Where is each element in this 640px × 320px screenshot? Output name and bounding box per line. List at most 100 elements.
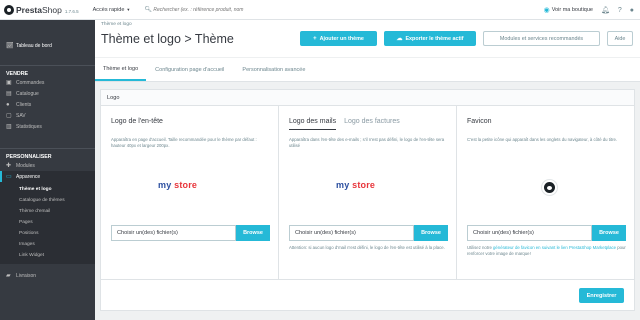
eye-icon: ◉ <box>543 7 550 14</box>
sidebar-item-label: Clients <box>16 101 32 108</box>
header-logo-file-input: Choisir un(des) fichier(s) Browse <box>111 225 270 241</box>
tab-mail-logo[interactable]: Logo des mails <box>289 118 337 130</box>
puffin-favicon-icon <box>544 182 555 193</box>
submenu-item-positions[interactable]: Positions <box>0 228 95 239</box>
appearance-submenu: Thème et logo Catalogue de thèmes Thème … <box>0 182 95 264</box>
caret-down-icon: ▼ <box>126 7 131 12</box>
page-tabs: Thème et logo Configuration page d'accue… <box>95 57 640 82</box>
submenu-item-pages[interactable]: Pages <box>0 217 95 228</box>
sidebar-item-label: Livraison <box>16 272 37 279</box>
shopping-basket-icon: ▣ <box>6 80 12 86</box>
sidebar-item-catalog[interactable]: ▤ Catalogue <box>0 88 95 99</box>
sidebar: 📈︎ Tableau de bord VENDRE ▣ Commandes ▤ … <box>0 20 95 320</box>
browse-button[interactable]: Browse <box>236 225 270 241</box>
export-theme-button[interactable]: ☁ Exporter le thème actif <box>384 31 476 46</box>
mail-logo-file-input: Choisir un(des) fichier(s) Browse <box>289 225 448 241</box>
add-theme-button[interactable]: + Ajouter un thème <box>300 31 377 46</box>
mail-logo-preview: my store <box>336 180 376 190</box>
sidebar-item-label: Tableau de bord <box>16 42 52 49</box>
cloud-upload-icon: ☁ <box>396 36 403 42</box>
chat-icon: ▢ <box>6 113 12 119</box>
sidebar-item-customers[interactable]: ● Clients <box>0 99 95 110</box>
quick-access-label: Accès rapide <box>92 6 125 13</box>
quick-access-dropdown[interactable]: Accès rapide ▼ <box>93 7 131 13</box>
sidebar-item-label: SAV <box>16 112 26 119</box>
sidebar-item-orders[interactable]: ▣ Commandes <box>0 77 95 88</box>
tab-invoice-logo[interactable]: Logo des factures <box>344 118 400 130</box>
logo-text: PrestaShop <box>16 4 62 15</box>
version-number: 1.7.6.5 <box>64 8 79 14</box>
account-icon: ● <box>6 101 10 108</box>
sidebar-item-stats[interactable]: ▥ Statistiques <box>0 121 95 132</box>
sidebar-item-label: Commandes <box>16 79 45 86</box>
browse-button[interactable]: Browse <box>592 225 626 241</box>
top-right-actions: ◉ Voir ma boutique 🔔︎ ? ● <box>544 0 634 20</box>
favicon-title: Favicon <box>467 118 492 125</box>
sidebar-section-sell: VENDRE <box>0 65 95 77</box>
chart-line-icon: 📈︎ <box>6 43 14 49</box>
submenu-item-theme-catalog[interactable]: Catalogue de thèmes <box>0 195 95 206</box>
add-theme-label: Ajouter un thème <box>319 35 364 42</box>
sidebar-item-label: Catalogue <box>16 90 39 97</box>
truck-icon: ▰ <box>6 273 11 279</box>
bar-chart-icon: ▥ <box>6 124 12 130</box>
submenu-item-theme-logo[interactable]: Thème et logo <box>0 184 95 195</box>
tab-theme-logo[interactable]: Thème et logo <box>95 58 147 81</box>
puffin-logo-icon <box>4 4 14 15</box>
puzzle-icon: ✚ <box>6 163 12 169</box>
view-shop-link[interactable]: ◉ Voir ma boutique <box>544 6 593 14</box>
logo-columns: Logo de l'en-tête Apparaîtra en page d'a… <box>101 106 634 279</box>
help-circle-icon[interactable]: ? <box>618 7 622 14</box>
submenu-item-link-widget[interactable]: Link Widget <box>0 250 95 261</box>
sidebar-item-delivery[interactable]: ▰ Livraison <box>0 270 95 281</box>
sidebar-item-customer-service[interactable]: ▢ SAV <box>0 110 95 121</box>
sidebar-item-modules[interactable]: ✚ Modules <box>0 160 95 171</box>
sidebar-item-appearance[interactable]: ▭ Apparence <box>0 171 95 182</box>
file-input-field[interactable]: Choisir un(des) fichier(s) <box>467 225 592 241</box>
prestashop-logo[interactable]: PrestaShop <box>4 4 62 15</box>
recommended-modules-button[interactable]: Modules et services recommandés <box>483 31 600 46</box>
page-header: Thème et logo Thème et logo > Thème + Aj… <box>95 20 640 57</box>
export-theme-label: Exporter le thème actif <box>405 35 464 42</box>
sidebar-item-label: Apparence <box>16 173 41 180</box>
favicon-generator-link[interactable]: générateur de favicon en suivant le lien… <box>493 245 616 250</box>
mail-invoice-tabs: Logo des mails Logo des factures <box>289 118 447 130</box>
top-header: PrestaShop 1.7.6.5 Accès rapide ▼ 🔍︎ ◉ V… <box>0 0 640 20</box>
favicon-note: Utilisez notre générateur de favicon en … <box>467 245 626 257</box>
mail-logo-note: Attention: si aucun logo d'mail n'est dé… <box>289 245 445 250</box>
favicon-section: Favicon C'est la petite icône qui appara… <box>457 106 634 279</box>
search-input[interactable] <box>153 6 254 13</box>
search-icon[interactable]: 🔍︎ <box>144 6 153 13</box>
page-title: Thème et logo > Thème <box>101 32 234 46</box>
tab-homepage-config[interactable]: Configuration page d'accueil <box>146 58 233 81</box>
submenu-item-email-theme[interactable]: Thème d'email <box>0 206 95 217</box>
help-button[interactable]: Aide <box>607 31 633 46</box>
header-logo-description: Apparaîtra en page d'accueil. Taille rec… <box>111 137 257 149</box>
tab-advanced-customization[interactable]: Personnalisation avancée <box>233 58 314 81</box>
favicon-preview <box>541 179 558 196</box>
sidebar-item-dashboard[interactable]: 📈︎ Tableau de bord <box>0 40 95 51</box>
favicon-description: C'est la petite icône qui apparaît dans … <box>467 137 618 142</box>
breadcrumb[interactable]: Thème et logo <box>101 22 132 27</box>
header-logo-title: Logo de l'en-tête <box>111 118 163 125</box>
notifications-bell-icon[interactable]: 🔔︎ <box>601 6 610 14</box>
favicon-file-input: Choisir un(des) fichier(s) Browse <box>467 225 626 241</box>
desktop-icon: ▭ <box>6 174 12 180</box>
file-input-field[interactable]: Choisir un(des) fichier(s) <box>289 225 414 241</box>
mail-logo-section: Logo des mails Logo des factures Apparaî… <box>279 106 457 279</box>
plus-icon: + <box>313 35 317 42</box>
browse-button[interactable]: Browse <box>414 225 448 241</box>
header-logo-preview: my store <box>158 180 198 190</box>
file-input-field[interactable]: Choisir un(des) fichier(s) <box>111 225 236 241</box>
sidebar-section-customize: PERSONNALISER <box>0 148 95 160</box>
store-icon: ▤ <box>6 91 12 97</box>
sidebar-item-label: Modules <box>16 162 35 169</box>
submenu-item-images[interactable]: Images <box>0 239 95 250</box>
user-avatar-icon[interactable]: ● <box>630 7 634 14</box>
search-bar: 🔍︎ <box>144 4 259 16</box>
view-shop-label: Voir ma boutique <box>551 7 593 13</box>
header-logo-section: Logo de l'en-tête Apparaîtra en page d'a… <box>101 106 279 279</box>
save-button[interactable]: Enregistrer <box>579 288 624 303</box>
sidebar-item-label: Statistiques <box>16 123 42 130</box>
mail-logo-description: Apparaîtra dans l'en-tête des e-mails ; … <box>289 137 445 149</box>
